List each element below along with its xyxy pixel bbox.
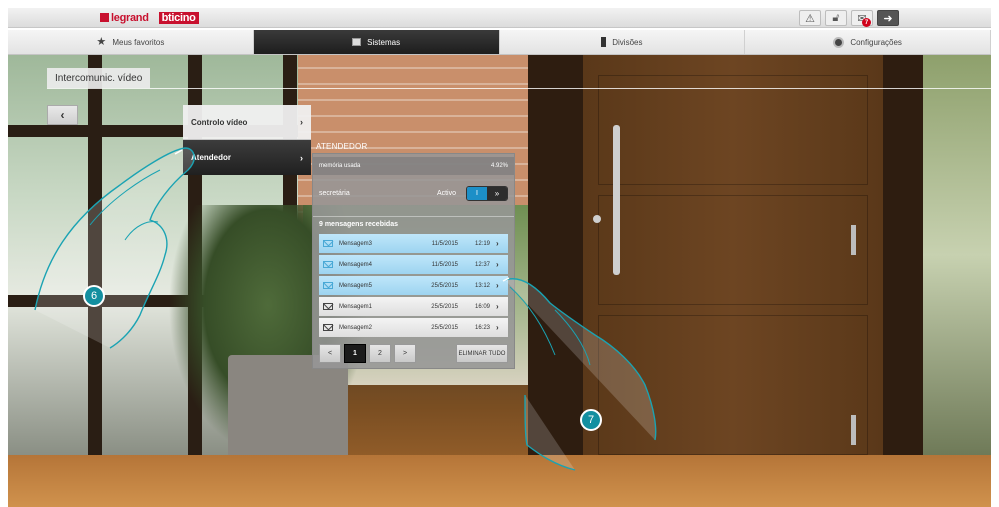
secretary-status: Activo xyxy=(436,189,456,197)
menu-item-video-control[interactable]: Controlo vídeo › xyxy=(183,105,311,140)
message-row[interactable]: Mensagem5 25/5/2015 13:12 › xyxy=(319,276,508,295)
message-row[interactable]: Mensagem3 11/5/2015 12:19 › xyxy=(319,234,508,253)
door-handle xyxy=(613,125,620,275)
secretary-row: secretária Activo I » xyxy=(313,180,514,206)
mail-badge: 7 xyxy=(862,18,871,27)
message-name: Mensagem2 xyxy=(339,324,373,331)
envelope-icon xyxy=(323,324,333,331)
prev-page-button[interactable]: < xyxy=(319,344,341,363)
tab-label: Meus favoritos xyxy=(112,37,165,47)
memory-value: 4.92% xyxy=(490,163,508,169)
main-nav: ★ Meus favoritos Sistemas Divisões Confi… xyxy=(8,30,991,55)
door-lock xyxy=(593,215,601,223)
messages-count: 9 mensagens recebidas xyxy=(313,216,514,230)
memory-row: memória usada 4.92% xyxy=(313,157,514,175)
alert-icon[interactable]: ⚠ xyxy=(799,10,821,26)
double-arrow-icon: » xyxy=(487,186,507,200)
memory-label: memória usada xyxy=(319,163,361,169)
message-name: Mensagem3 xyxy=(339,240,373,247)
secretary-label: secretária xyxy=(319,189,350,197)
tab-label: Configurações xyxy=(850,37,902,47)
top-bar: legrand bticino ⚠ 🔓︎ ✉ 7 ➜ xyxy=(8,8,991,28)
page-1-button[interactable]: 1 xyxy=(344,344,366,363)
message-time: 16:09 xyxy=(474,303,490,310)
chevron-right-icon: › xyxy=(496,239,499,248)
message-time: 16:23 xyxy=(474,324,490,331)
step-7-marker: 7 xyxy=(580,409,602,431)
logout-icon[interactable]: ➜ xyxy=(877,10,899,26)
tab-favorites[interactable]: ★ Meus favoritos xyxy=(8,30,254,54)
envelope-icon xyxy=(323,282,333,289)
page-2-button[interactable]: 2 xyxy=(369,344,391,363)
message-row[interactable]: Mensagem2 25/5/2015 16:23 › xyxy=(319,318,508,337)
back-button[interactable]: ‹ xyxy=(47,105,78,125)
submenu: Controlo vídeo › Atendedor › xyxy=(183,105,311,175)
message-date: 25/5/2015 xyxy=(431,303,458,310)
message-time: 13:12 xyxy=(474,282,490,289)
message-time: 12:37 xyxy=(474,261,490,268)
message-list: Mensagem3 11/5/2015 12:19 › Mensagem4 11… xyxy=(319,234,508,339)
message-name: Mensagem1 xyxy=(339,303,373,310)
tab-settings[interactable]: Configurações xyxy=(745,30,991,54)
toggle-on: I xyxy=(467,186,487,200)
message-date: 11/5/2015 xyxy=(431,240,458,247)
hand-gesture-left xyxy=(34,147,195,349)
message-date: 25/5/2015 xyxy=(431,324,458,331)
hand-gesture-right xyxy=(502,277,657,471)
menu-item-label: Controlo vídeo xyxy=(191,117,248,127)
page-title: Intercomunic. vídeo xyxy=(47,68,151,88)
tab-rooms[interactable]: Divisões xyxy=(500,30,746,54)
message-name: Mensagem4 xyxy=(339,261,373,268)
chevron-right-icon: › xyxy=(300,152,303,163)
systems-icon xyxy=(352,38,362,46)
door-icon xyxy=(601,37,607,47)
menu-item-answering-machine[interactable]: Atendedor › xyxy=(183,140,311,175)
title-divider xyxy=(47,88,991,89)
tab-systems[interactable]: Sistemas xyxy=(253,30,500,54)
pagination: < 1 2 > xyxy=(319,344,416,363)
top-icons: ⚠ 🔓︎ ✉ 7 ➜ xyxy=(799,10,899,27)
secretary-toggle[interactable]: I » xyxy=(466,185,508,201)
message-row[interactable]: Mensagem1 25/5/2015 16:09 › xyxy=(319,297,508,316)
next-page-button[interactable]: > xyxy=(394,344,416,363)
message-name: Mensagem5 xyxy=(339,282,373,289)
gear-icon xyxy=(833,36,845,48)
window-right xyxy=(923,55,991,455)
answering-machine-panel: memória usada 4.92% secretária Activo I … xyxy=(312,153,515,369)
mail-icon[interactable]: ✉ 7 xyxy=(851,10,873,27)
message-date: 11/5/2015 xyxy=(431,261,458,268)
chevron-right-icon: › xyxy=(300,117,303,127)
bticino-logo: bticino xyxy=(158,12,199,24)
tab-label: Divisões xyxy=(612,37,643,47)
brand-logos: legrand bticino xyxy=(100,11,199,25)
tab-label: Sistemas xyxy=(367,37,401,47)
legrand-logo: legrand xyxy=(100,12,149,24)
chevron-right-icon: › xyxy=(496,260,499,269)
message-date: 25/5/2015 xyxy=(431,282,458,289)
message-time: 12:19 xyxy=(474,240,490,247)
lock-icon[interactable]: 🔓︎ xyxy=(825,10,847,26)
envelope-icon xyxy=(323,303,333,310)
envelope-icon xyxy=(323,240,333,247)
panel-title: ATENDEDOR xyxy=(316,142,368,151)
message-row[interactable]: Mensagem4 11/5/2015 12:37 › xyxy=(319,255,508,274)
envelope-icon xyxy=(323,261,333,268)
step-6-marker: 6 xyxy=(83,285,105,307)
star-icon: ★ xyxy=(96,36,107,48)
